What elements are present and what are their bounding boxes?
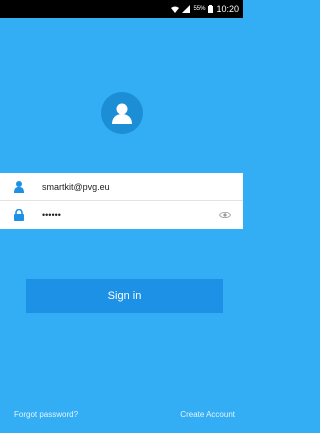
status-bar: 55% 10:20 <box>0 0 243 18</box>
status-time: 10:20 <box>216 4 239 14</box>
lock-icon <box>12 208 26 222</box>
email-input[interactable] <box>42 176 243 197</box>
user-avatar-icon <box>101 92 143 134</box>
wifi-icon <box>171 5 180 13</box>
password-input[interactable] <box>42 205 217 225</box>
battery-percentage: 55% <box>193 6 206 12</box>
login-screen: Sign in Forgot password? Create Account <box>0 18 243 433</box>
forgot-password-link[interactable]: Forgot password? <box>14 410 78 419</box>
person-icon <box>12 180 26 194</box>
sign-in-button[interactable]: Sign in <box>26 279 223 313</box>
password-field[interactable] <box>0 201 243 229</box>
battery-icon <box>208 5 214 13</box>
create-account-link[interactable]: Create Account <box>180 410 235 419</box>
signal-icon <box>182 5 191 13</box>
email-field[interactable] <box>0 173 243 201</box>
eye-icon[interactable] <box>217 209 233 221</box>
